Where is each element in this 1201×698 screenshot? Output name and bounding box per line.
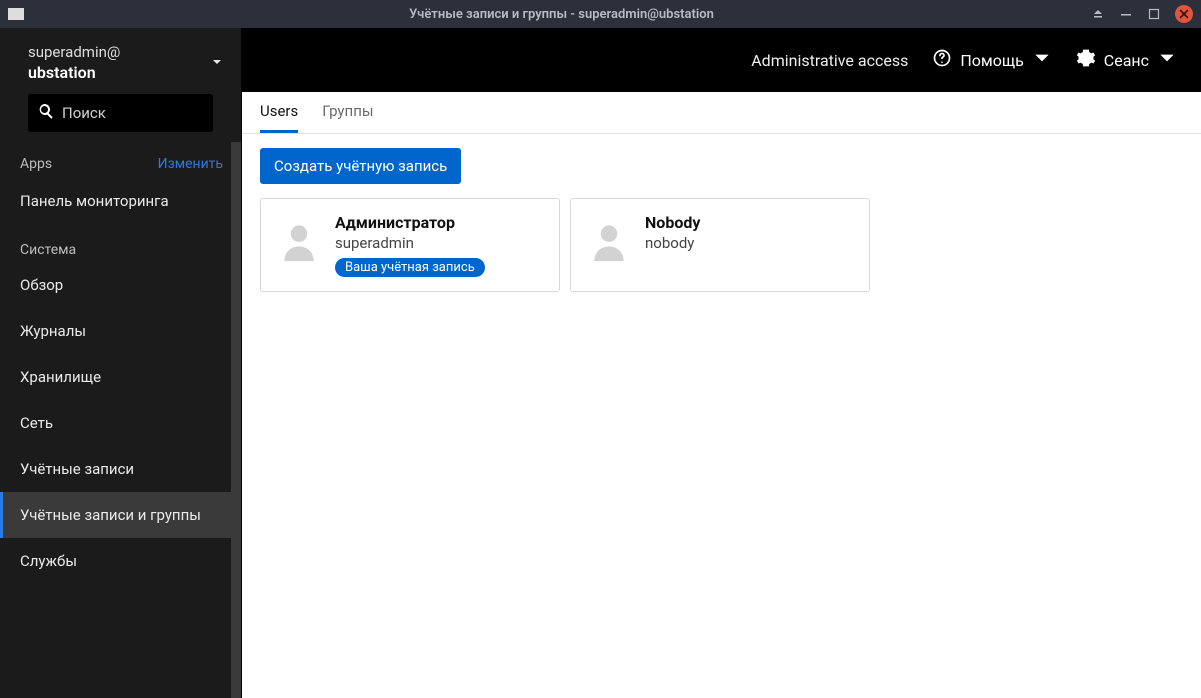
sidebar-item-dashboard[interactable]: Панель мониторинга bbox=[0, 178, 241, 224]
app-icon bbox=[8, 8, 24, 20]
chevron-down-icon bbox=[1032, 48, 1052, 72]
nav-apps-header: Apps Изменить bbox=[0, 142, 241, 178]
sidebar-item[interactable]: Журналы bbox=[0, 308, 241, 354]
window-maximize-button[interactable] bbox=[1147, 7, 1161, 21]
nav-edit-link[interactable]: Изменить bbox=[158, 156, 223, 172]
session-label: Сеанс bbox=[1104, 51, 1149, 70]
top-bar: Administrative access Помощь Сеанс bbox=[242, 28, 1201, 92]
window-close-button[interactable] bbox=[1175, 5, 1193, 23]
sidebar-item[interactable]: Службы bbox=[0, 538, 241, 584]
user-login: superadmin bbox=[335, 234, 545, 252]
create-account-button[interactable]: Создать учётную запись bbox=[260, 148, 461, 184]
admin-access-indicator[interactable]: Administrative access bbox=[751, 51, 908, 70]
tab-bar: Users Группы bbox=[242, 92, 1201, 134]
chevron-down-icon bbox=[211, 53, 223, 72]
host-switcher[interactable]: superadmin@ ubstation bbox=[0, 28, 241, 94]
help-label: Помощь bbox=[960, 51, 1023, 70]
session-menu[interactable]: Сеанс bbox=[1076, 48, 1177, 72]
window-minimize-button[interactable] bbox=[1119, 7, 1133, 21]
sidebar-item[interactable]: Учётные записи bbox=[0, 446, 241, 492]
help-menu[interactable]: Помощь bbox=[932, 48, 1051, 72]
sidebar-item[interactable]: Учётные записи и группы bbox=[0, 492, 241, 538]
user-card[interactable]: Nobody nobody bbox=[570, 198, 870, 292]
gear-icon bbox=[1076, 48, 1096, 72]
your-account-badge: Ваша учётная запись bbox=[335, 258, 485, 277]
sidebar-item[interactable]: Сеть bbox=[0, 400, 241, 446]
host-name: ubstation bbox=[28, 62, 120, 84]
nav-system-label: Система bbox=[0, 224, 241, 262]
window-titlebar: Учётные записи и группы - superadmin@ubs… bbox=[0, 0, 1201, 28]
nav-apps-label: Apps bbox=[20, 156, 52, 172]
user-display-name: Администратор bbox=[335, 213, 545, 232]
sidebar-item[interactable]: Хранилище bbox=[0, 354, 241, 400]
help-icon bbox=[932, 48, 952, 72]
avatar-icon bbox=[277, 219, 321, 263]
user-card[interactable]: Администратор superadmin Ваша учётная запи… bbox=[260, 198, 560, 292]
tab-groups[interactable]: Группы bbox=[322, 92, 373, 133]
main-panel: Administrative access Помощь Сеанс bbox=[242, 28, 1201, 698]
sidebar-item[interactable]: Обзор bbox=[0, 262, 241, 308]
user-login: nobody bbox=[645, 234, 855, 252]
host-user: superadmin@ bbox=[28, 42, 120, 62]
tab-users[interactable]: Users bbox=[260, 92, 298, 133]
user-display-name: Nobody bbox=[645, 213, 855, 232]
search-icon bbox=[38, 103, 54, 123]
window-eject-button[interactable] bbox=[1091, 7, 1105, 21]
search-input-wrapper[interactable] bbox=[28, 94, 213, 132]
avatar-icon bbox=[587, 219, 631, 263]
chevron-down-icon bbox=[1157, 48, 1177, 72]
admin-access-label: Administrative access bbox=[751, 51, 908, 70]
search-input[interactable] bbox=[62, 104, 203, 122]
sidebar: superadmin@ ubstation Apps Изменить Пане… bbox=[0, 28, 242, 698]
window-title: Учётные записи и группы - superadmin@ubs… bbox=[32, 7, 1091, 22]
